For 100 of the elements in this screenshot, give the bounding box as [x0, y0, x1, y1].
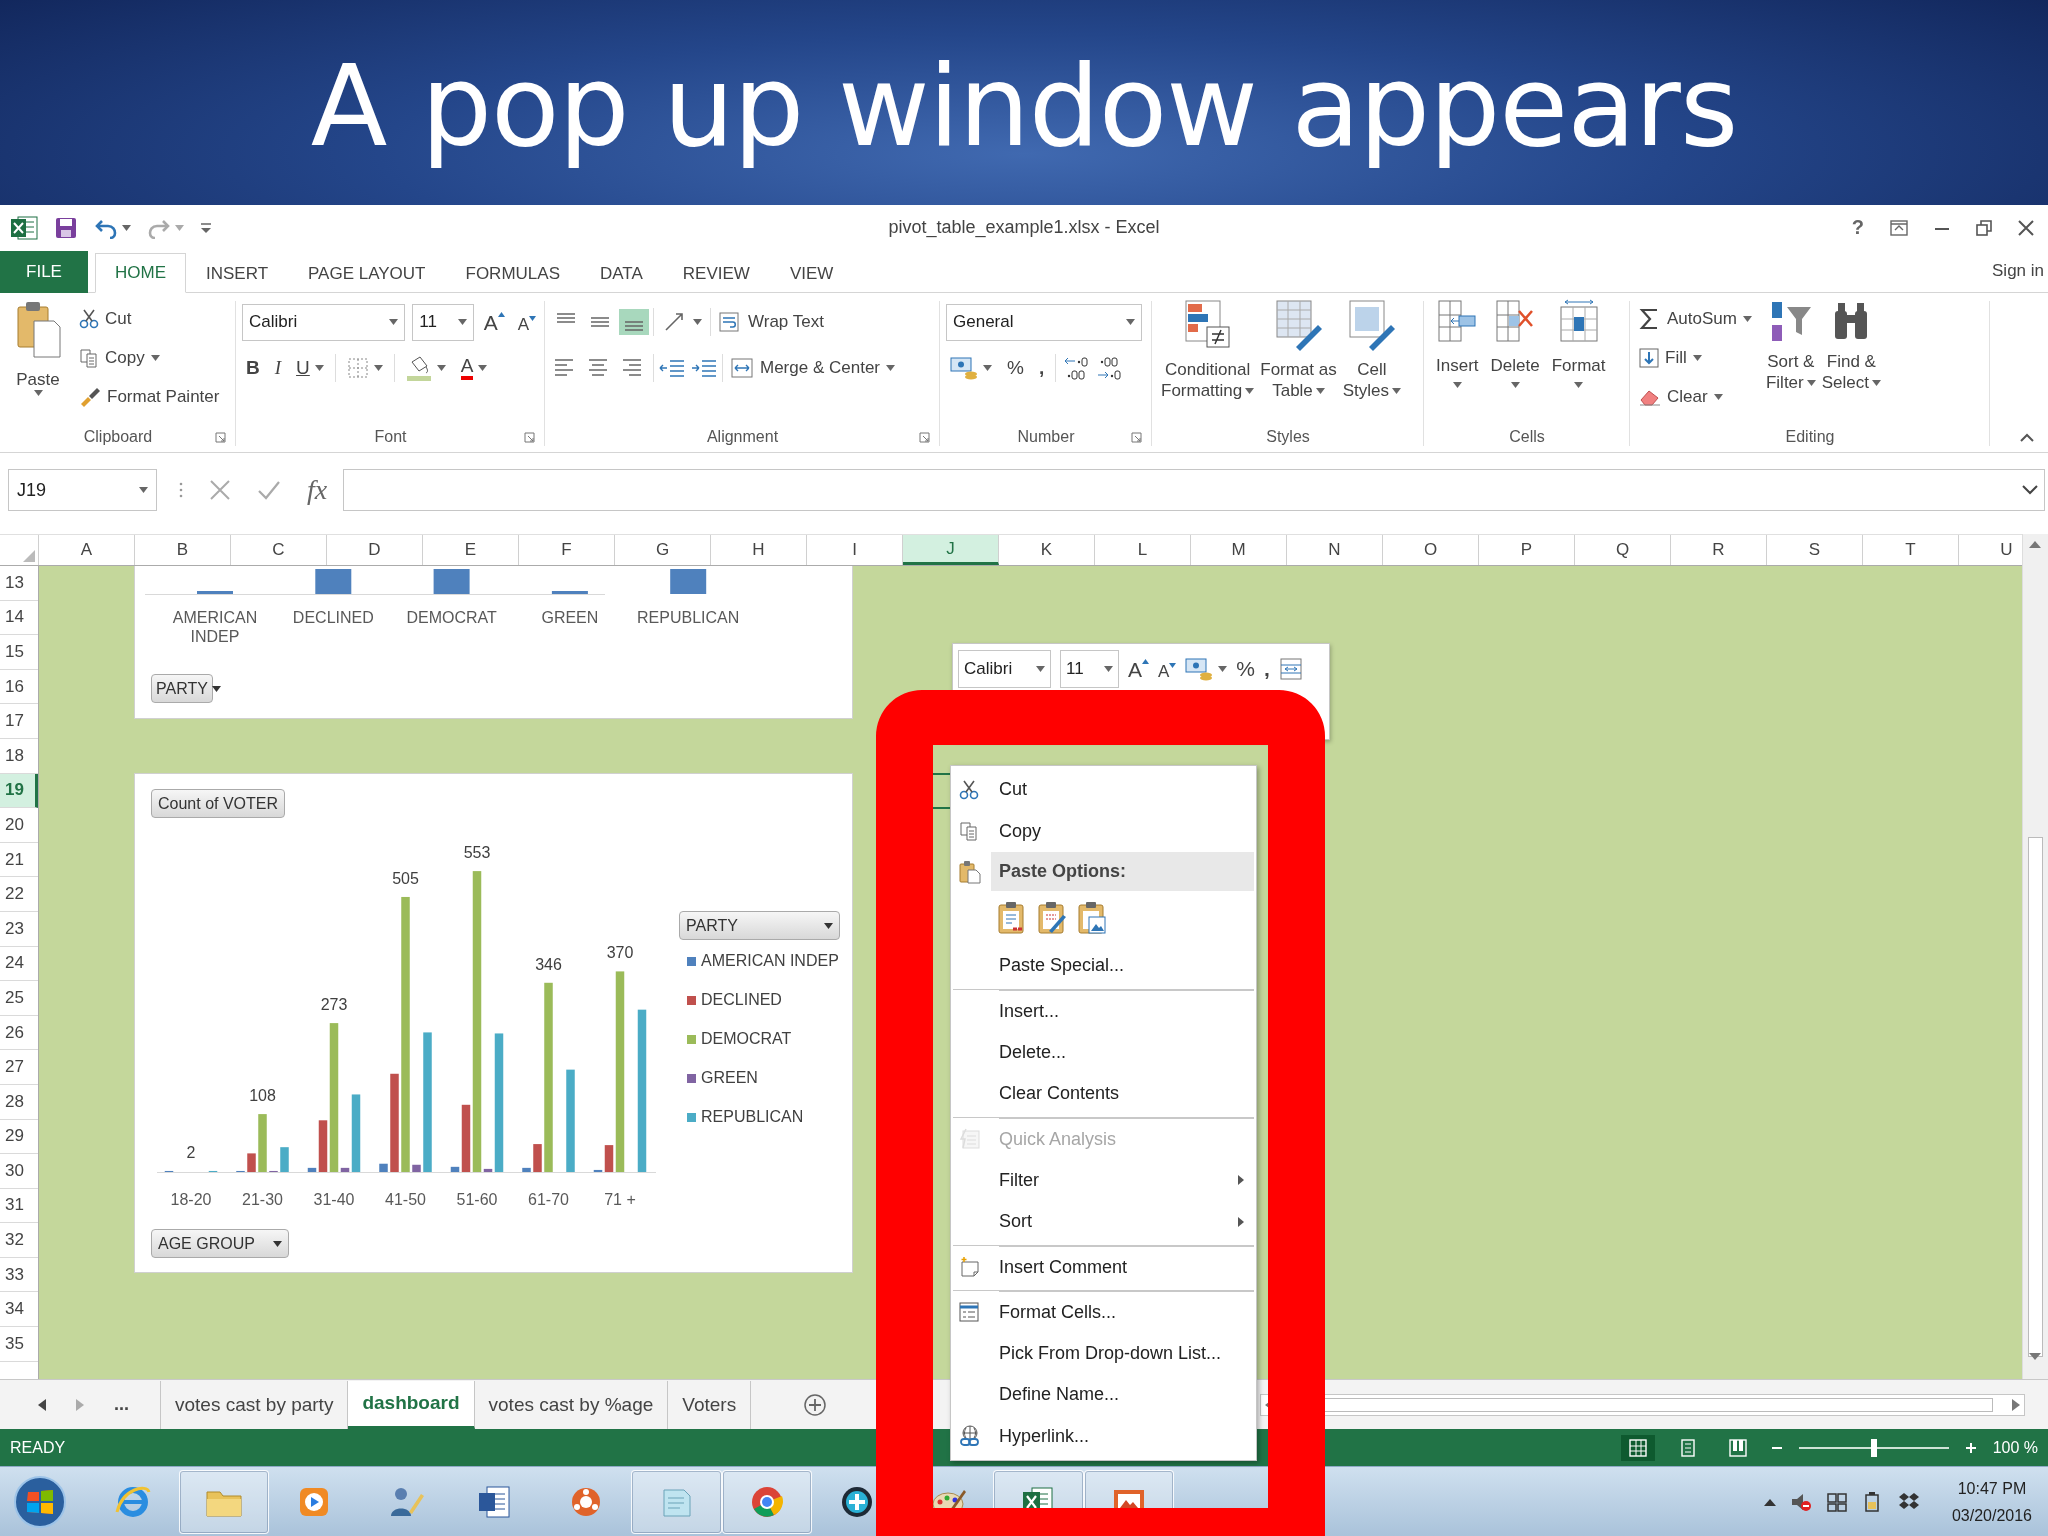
menu-item[interactable]: Insert Comment: [953, 1244, 1254, 1288]
sign-in-link[interactable]: Sign in: [1992, 261, 2048, 281]
zoom-slider-thumb[interactable]: [1870, 1438, 1877, 1457]
legend-field-button[interactable]: PARTY: [679, 911, 840, 940]
font-color-button[interactable]: A: [456, 356, 492, 380]
paste-button[interactable]: Paste: [6, 299, 70, 422]
save-icon[interactable]: [54, 215, 78, 240]
menu-item[interactable]: Clear Contents: [953, 1073, 1254, 1115]
row-header[interactable]: 17: [0, 704, 38, 739]
comma-button[interactable]: ,: [1264, 657, 1270, 681]
row-header[interactable]: 25: [0, 981, 38, 1016]
menu-item[interactable]: Delete...: [953, 1031, 1254, 1073]
windows-flag-icon[interactable]: [1825, 1491, 1848, 1513]
help-button[interactable]: ?: [1851, 216, 1864, 239]
format-table-icon[interactable]: [1278, 657, 1303, 681]
grow-font-button[interactable]: A: [480, 311, 508, 333]
row-header[interactable]: 13: [0, 566, 38, 601]
font-size-field[interactable]: 11: [412, 303, 474, 341]
format-painter-button[interactable]: Format Painter: [76, 377, 223, 416]
show-hidden-icon[interactable]: [1763, 1498, 1776, 1506]
autosum-button[interactable]: AutoSum: [1636, 299, 1755, 338]
ribbon-tab[interactable]: INSERT: [186, 253, 289, 293]
ribbon-tab[interactable]: FORMULAS: [445, 253, 580, 293]
sheet-tab[interactable]: votes cast by party: [160, 1380, 349, 1429]
row-header[interactable]: 19: [0, 773, 38, 809]
row-header[interactable]: 22: [0, 877, 38, 912]
horizontal-scrollbar[interactable]: [1260, 1393, 2025, 1416]
clock[interactable]: 10:47 PM 03/20/2016: [1951, 1474, 2032, 1530]
sheet-tab[interactable]: dashboard: [348, 1380, 475, 1429]
dialog-launcher-icon[interactable]: [1131, 432, 1142, 443]
bottom-align-icon[interactable]: [619, 309, 649, 335]
row-header[interactable]: 35: [0, 1327, 38, 1362]
customize-icon[interactable]: [200, 221, 212, 234]
row-header[interactable]: 14: [0, 600, 38, 636]
find-select-button[interactable]: Find & Select: [1818, 299, 1884, 422]
enter-check-icon[interactable]: [257, 479, 281, 501]
dialog-launcher-icon[interactable]: [215, 432, 226, 443]
menu-item[interactable]: Copy: [953, 810, 1254, 852]
clipboard-brush-icon[interactable]: [1037, 901, 1067, 935]
menu-item[interactable]: Paste Special...: [953, 945, 1254, 987]
clear-button[interactable]: Clear: [1636, 377, 1755, 416]
column-header[interactable]: E: [423, 535, 519, 565]
comma-button[interactable]: ,: [1034, 357, 1049, 379]
wrap-text-button[interactable]: Wrap Text: [715, 302, 827, 342]
insert-function-button[interactable]: fx: [307, 474, 328, 506]
menu-item[interactable]: Filter: [953, 1159, 1254, 1201]
row-header[interactable]: 21: [0, 842, 38, 878]
row-header[interactable]: 27: [0, 1050, 38, 1085]
menu-item[interactable]: Sort: [953, 1201, 1254, 1243]
column-header[interactable]: S: [1767, 535, 1863, 565]
ribbon-display-icon[interactable]: [1890, 219, 1908, 236]
row-header[interactable]: 24: [0, 946, 38, 982]
cell-styles-button[interactable]: Cell Styles: [1339, 299, 1405, 422]
row-header[interactable]: 23: [0, 911, 38, 947]
increase-decimal-icon[interactable]: [1063, 355, 1090, 381]
merge-center-button[interactable]: Merge & Center: [727, 348, 898, 388]
ribbon-tab[interactable]: REVIEW: [662, 253, 770, 293]
menu-item[interactable]: Format Cells...: [953, 1289, 1254, 1333]
menu-item[interactable]: Insert...: [953, 988, 1254, 1032]
row-header[interactable]: 15: [0, 635, 38, 670]
row-header[interactable]: 30: [0, 1154, 38, 1189]
bold-button[interactable]: B: [242, 357, 264, 379]
column-header[interactable]: M: [1191, 535, 1287, 565]
zoom-level[interactable]: 100 %: [1992, 1438, 2038, 1457]
ribbon-tab[interactable]: DATA: [580, 253, 663, 293]
row-header[interactable]: 31: [0, 1188, 38, 1224]
dialog-launcher-icon[interactable]: [524, 432, 535, 443]
sort-filter-button[interactable]: Sort & Filter: [1762, 299, 1819, 422]
axis-field-button[interactable]: AGE GROUP: [151, 1229, 289, 1258]
percent-button[interactable]: %: [1236, 657, 1256, 681]
start-orb-icon[interactable]: [13, 1475, 67, 1529]
menu-item[interactable]: Pick From Drop-down List...: [953, 1332, 1254, 1374]
column-header[interactable]: B: [135, 535, 231, 565]
previous-sheet-icon[interactable]: [38, 1398, 46, 1411]
menu-item[interactable]: Define Name...: [953, 1374, 1254, 1416]
speaker-muted-icon[interactable]: [1789, 1491, 1812, 1513]
clipboard-picture-icon[interactable]: [1077, 901, 1107, 935]
font-name-field[interactable]: Calibri: [958, 650, 1051, 688]
more-sheets-button[interactable]: ...: [114, 1394, 129, 1415]
font-name-field[interactable]: Calibri: [242, 303, 406, 341]
format-cells-button[interactable]: Format: [1545, 299, 1612, 422]
underline-button[interactable]: U: [292, 357, 328, 379]
font-size-field[interactable]: 11: [1060, 650, 1119, 688]
decrease-decimal-icon[interactable]: [1096, 355, 1123, 381]
column-header[interactable]: O: [1383, 535, 1479, 565]
row-header[interactable]: 26: [0, 1015, 38, 1051]
column-header[interactable]: N: [1287, 535, 1383, 565]
row-header[interactable]: 18: [0, 738, 38, 774]
scroll-thumb[interactable]: [2028, 837, 2043, 1357]
close-icon[interactable]: [2018, 219, 2034, 236]
insert-cells-button[interactable]: Insert: [1430, 299, 1485, 422]
ribbon-tab[interactable]: PAGE LAYOUT: [288, 253, 446, 293]
view-button[interactable]: [1620, 1434, 1655, 1461]
menu-item[interactable]: Hyperlink...: [953, 1415, 1254, 1457]
menu-item[interactable]: Cut: [953, 769, 1254, 811]
column-header[interactable]: Q: [1575, 535, 1671, 565]
accounting-format-button[interactable]: [1185, 657, 1228, 681]
delete-cells-button[interactable]: Delete: [1484, 299, 1546, 422]
zoom-in-icon[interactable]: [1964, 1441, 1977, 1454]
italic-button[interactable]: I: [270, 357, 286, 379]
